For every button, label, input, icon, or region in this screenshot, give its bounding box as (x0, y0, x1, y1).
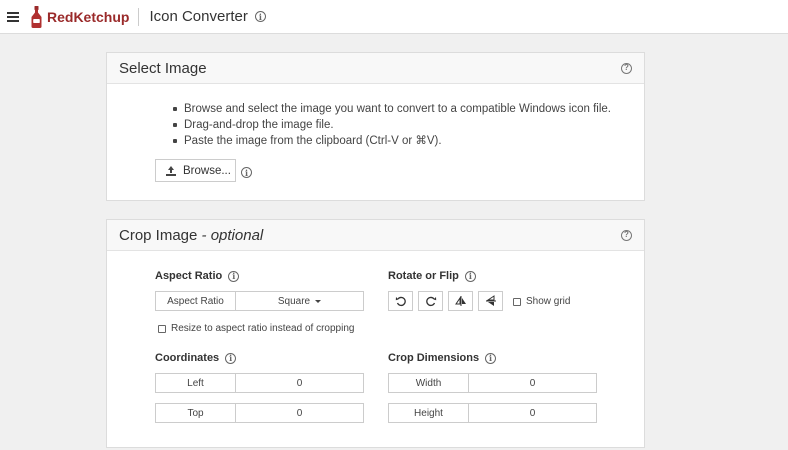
top-coordinate-field[interactable]: Top 0 (155, 403, 364, 423)
info-icon[interactable]: i (228, 270, 240, 282)
select-image-panel: Select Image ? Browse and select the ima… (106, 52, 645, 201)
aspect-ratio-select[interactable]: Aspect Ratio Square (155, 291, 364, 311)
rotate-left-button[interactable] (388, 291, 413, 311)
browse-label: Browse... (183, 164, 231, 177)
help-icon[interactable]: ? (621, 62, 632, 74)
select-image-header: Select Image ? (107, 53, 644, 84)
width-field[interactable]: Width 0 (388, 373, 597, 393)
resize-checkbox[interactable] (158, 324, 166, 333)
flip-horizontal-icon (454, 296, 466, 306)
list-item: Drag-and-drop the image file. (170, 117, 611, 133)
left-coordinate-field[interactable]: Left 0 (155, 373, 364, 393)
ketchup-bottle-icon (31, 5, 42, 28)
browse-button[interactable]: Browse... (155, 159, 236, 182)
flip-vertical-button[interactable] (478, 291, 503, 311)
aspect-ratio-heading: Aspect Ratio i (155, 270, 240, 282)
instructions-list: Browse and select the image you want to … (170, 101, 611, 149)
resize-checkbox-row[interactable]: Resize to aspect ratio instead of croppi… (158, 323, 354, 334)
width-label: Width (389, 374, 469, 392)
header-divider (138, 7, 140, 26)
left-label: Left (156, 374, 236, 392)
hamburger-menu-icon[interactable] (7, 11, 19, 22)
height-label: Height (389, 404, 469, 422)
coordinates-heading: Coordinates i (155, 352, 237, 364)
resize-checkbox-label: Resize to aspect ratio instead of croppi… (171, 323, 355, 334)
page-title: Icon Converter (149, 8, 248, 25)
info-icon[interactable]: i (225, 352, 237, 364)
help-icon[interactable]: ? (621, 229, 632, 241)
list-item: Paste the image from the clipboard (Ctrl… (170, 133, 611, 149)
info-icon[interactable]: i (464, 270, 476, 282)
select-image-title: Select Image (119, 59, 207, 77)
crop-image-panel: Crop Image - optional ? Aspect Ratio i A… (106, 219, 645, 448)
flip-vertical-icon (485, 295, 496, 306)
rotate-left-icon (395, 296, 406, 307)
list-item: Browse and select the image you want to … (170, 101, 611, 117)
rotate-flip-heading: Rotate or Flip i (388, 270, 476, 282)
height-field[interactable]: Height 0 (388, 403, 597, 423)
info-icon[interactable]: i (254, 11, 266, 22)
top-bar: RedKetchup Icon Converter i (0, 0, 788, 34)
logo[interactable]: RedKetchup (30, 5, 130, 28)
show-grid-checkbox-row[interactable]: Show grid (513, 296, 570, 307)
top-label: Top (156, 404, 236, 422)
crop-dimensions-heading: Crop Dimensions i (388, 352, 497, 364)
crop-image-header: Crop Image - optional ? (107, 220, 644, 251)
info-icon[interactable]: i (485, 352, 497, 364)
aspect-ratio-field-label: Aspect Ratio (156, 292, 236, 310)
width-input[interactable]: 0 (469, 374, 596, 392)
info-icon[interactable]: i (241, 167, 252, 178)
brand-name: RedKetchup (47, 8, 130, 25)
caret-down-icon (315, 299, 322, 303)
flip-horizontal-button[interactable] (448, 291, 473, 311)
rotate-right-icon (425, 296, 436, 307)
aspect-ratio-value[interactable]: Square (236, 292, 363, 310)
show-grid-label: Show grid (526, 296, 571, 307)
left-input[interactable]: 0 (236, 374, 363, 392)
rotate-right-button[interactable] (418, 291, 443, 311)
top-input[interactable]: 0 (236, 404, 363, 422)
show-grid-checkbox[interactable] (513, 297, 521, 306)
height-input[interactable]: 0 (469, 404, 596, 422)
upload-icon (166, 165, 176, 176)
crop-image-title: Crop Image - optional (119, 226, 264, 244)
